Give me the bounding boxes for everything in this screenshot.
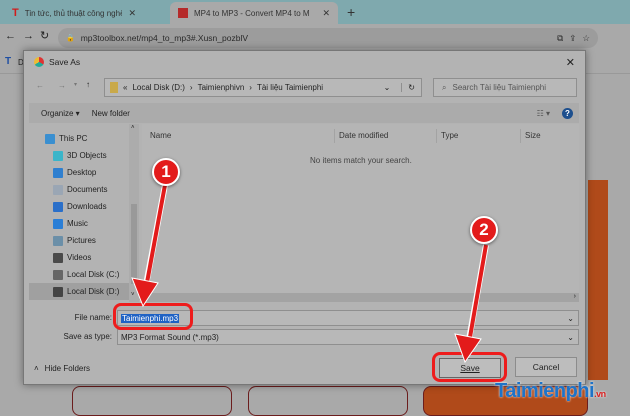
- arrow-2-head: [454, 333, 482, 364]
- arrow-2-shaft: [467, 244, 488, 344]
- arrow-1-shaft: [144, 184, 167, 289]
- taimienphi-watermark-logo: Taimienphi.vn: [495, 380, 606, 402]
- step-2-badge: 2: [470, 216, 498, 244]
- annotation-arrows: [131, 184, 489, 364]
- arrow-1-head: [131, 277, 159, 308]
- step-1-badge: 1: [152, 158, 180, 186]
